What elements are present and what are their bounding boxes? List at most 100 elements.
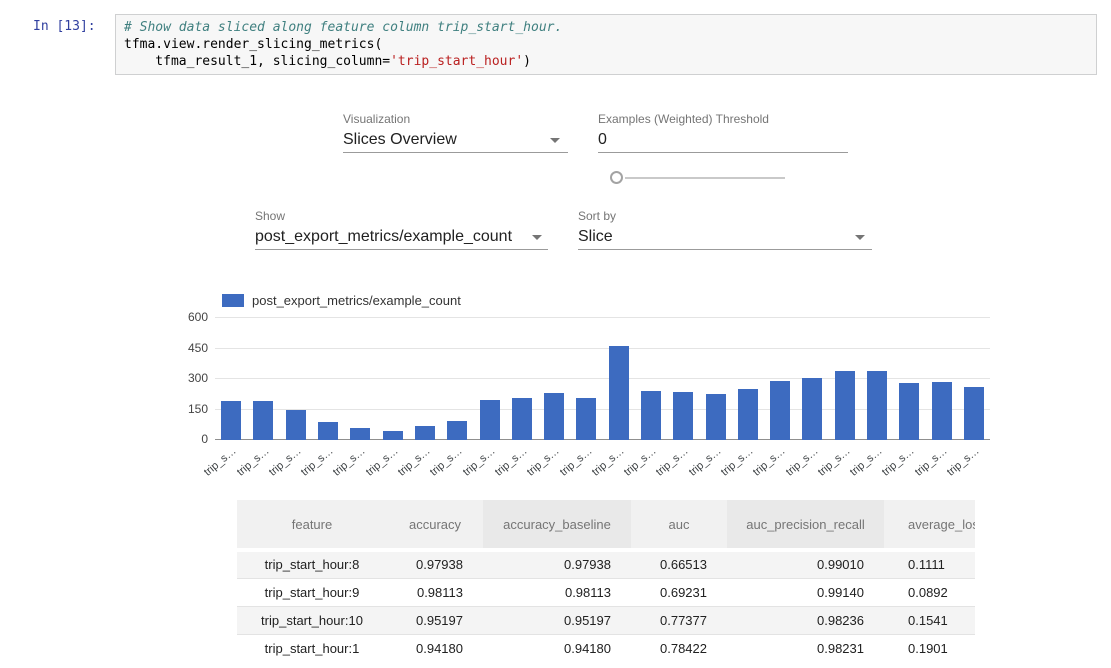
bar[interactable] xyxy=(576,398,596,440)
table-cell: 0.1111 xyxy=(884,550,975,578)
bar-slot xyxy=(764,381,796,440)
table-cell: trip_start_hour:10 xyxy=(237,606,387,634)
table-header-cell: feature xyxy=(237,500,387,550)
table-cell: trip_start_hour:1 xyxy=(237,634,387,662)
code-line: tfma_result_1, slicing_column='trip_star… xyxy=(124,53,1088,70)
bar-slot xyxy=(538,393,570,440)
bar[interactable] xyxy=(738,389,758,440)
table-cell: 0.1541 xyxy=(884,606,975,634)
bar-slot xyxy=(796,378,828,440)
threshold-label: Examples (Weighted) Threshold xyxy=(598,112,769,126)
bar[interactable] xyxy=(447,421,467,440)
table-cell: 0.98231 xyxy=(727,634,884,662)
bar-slot xyxy=(699,394,731,440)
bar[interactable] xyxy=(899,383,919,440)
bar[interactable] xyxy=(835,371,855,440)
chevron-down-icon[interactable] xyxy=(550,138,560,143)
bar-slot xyxy=(409,426,441,440)
y-tick-label: 150 xyxy=(180,402,208,416)
bar-slot xyxy=(312,422,344,440)
cell-input-prompt: In [13]: xyxy=(33,19,96,34)
legend-color-swatch xyxy=(222,294,244,307)
table-cell: 0.1901 xyxy=(884,634,975,662)
table-cell: 0.0892 xyxy=(884,578,975,606)
bar-slot xyxy=(635,391,667,440)
table-cell: 0.66513 xyxy=(631,550,727,578)
x-label-slot: trip_s… xyxy=(958,442,990,472)
bar[interactable] xyxy=(318,422,338,440)
bar[interactable] xyxy=(706,394,726,440)
table-cell: 0.94180 xyxy=(387,634,483,662)
show-label: Show xyxy=(255,209,285,223)
bar[interactable] xyxy=(286,410,306,440)
bar-slot xyxy=(732,389,764,440)
legend-label: post_export_metrics/example_count xyxy=(252,293,461,308)
chevron-down-icon[interactable] xyxy=(532,235,542,240)
bar[interactable] xyxy=(383,431,403,440)
bar-slot xyxy=(280,410,312,440)
bar-slot xyxy=(473,400,505,440)
visualization-underline xyxy=(343,152,568,153)
bar[interactable] xyxy=(770,381,790,440)
bar[interactable] xyxy=(415,426,435,440)
y-tick-label: 600 xyxy=(180,310,208,324)
table-cell: 0.98113 xyxy=(387,578,483,606)
sort-by-select[interactable]: Slice xyxy=(578,228,613,246)
table-cell: 0.99010 xyxy=(727,550,884,578)
bar-slot xyxy=(667,392,699,440)
bar[interactable] xyxy=(544,393,564,440)
table-row: trip_start_hour:80.979380.979380.665130.… xyxy=(237,550,975,578)
bar[interactable] xyxy=(641,391,661,440)
bar[interactable] xyxy=(253,401,273,440)
bar-slot xyxy=(603,346,635,440)
bar[interactable] xyxy=(932,382,952,440)
table-cell: 0.97938 xyxy=(483,550,631,578)
bar[interactable] xyxy=(867,371,887,440)
threshold-slider[interactable] xyxy=(610,171,790,185)
visualization-select[interactable]: Slices Overview xyxy=(343,131,457,149)
bar-slot xyxy=(506,398,538,440)
bar-slot xyxy=(376,431,408,440)
show-metric-select[interactable]: post_export_metrics/example_count xyxy=(255,228,512,246)
bar[interactable] xyxy=(964,387,984,440)
table-cell: 0.69231 xyxy=(631,578,727,606)
table-row: trip_start_hour:90.981130.981130.692310.… xyxy=(237,578,975,606)
bar-slot xyxy=(893,383,925,440)
bar[interactable] xyxy=(512,398,532,440)
chevron-down-icon[interactable] xyxy=(855,235,865,240)
slider-knob[interactable] xyxy=(610,171,623,184)
table-row: trip_start_hour:10.941800.941800.784220.… xyxy=(237,634,975,662)
sort-by-label: Sort by xyxy=(578,209,616,223)
table-header-cell: accuracy_baseline xyxy=(483,500,631,550)
y-tick-label: 450 xyxy=(180,341,208,355)
bar[interactable] xyxy=(221,401,241,440)
code-text: tfma_result_1, slicing_column= xyxy=(124,54,390,69)
show-underline xyxy=(255,249,548,250)
table-cell: 0.98236 xyxy=(727,606,884,634)
code-line: tfma.view.render_slicing_metrics( xyxy=(124,36,1088,53)
table-header-cell: auc_precision_recall xyxy=(727,500,884,550)
y-tick-label: 300 xyxy=(180,371,208,385)
slicing-metrics-chart: post_export_metrics/example_count 0 150 30… xyxy=(180,290,1010,475)
table-cell: 0.94180 xyxy=(483,634,631,662)
table-cell: 0.77377 xyxy=(631,606,727,634)
threshold-underline xyxy=(598,152,848,153)
bar[interactable] xyxy=(480,400,500,440)
table-cell: 0.98113 xyxy=(483,578,631,606)
threshold-input[interactable]: 0 xyxy=(598,131,607,149)
bars xyxy=(215,317,990,440)
bar[interactable] xyxy=(802,378,822,440)
y-tick-label: 0 xyxy=(180,432,208,446)
table-cell: trip_start_hour:9 xyxy=(237,578,387,606)
table-header-cell: auc xyxy=(631,500,727,550)
x-axis-labels: trip_s…trip_s…trip_s…trip_s…trip_s…trip_… xyxy=(215,442,990,472)
bar[interactable] xyxy=(609,346,629,440)
bar[interactable] xyxy=(350,428,370,440)
bar-slot xyxy=(570,398,602,440)
table-cell: 0.95197 xyxy=(387,606,483,634)
code-cell[interactable]: # Show data sliced along feature column … xyxy=(115,14,1097,75)
code-text: ) xyxy=(523,54,531,69)
code-string: 'trip_start_hour' xyxy=(390,54,523,69)
bar[interactable] xyxy=(673,392,693,440)
slider-track[interactable] xyxy=(625,177,785,179)
